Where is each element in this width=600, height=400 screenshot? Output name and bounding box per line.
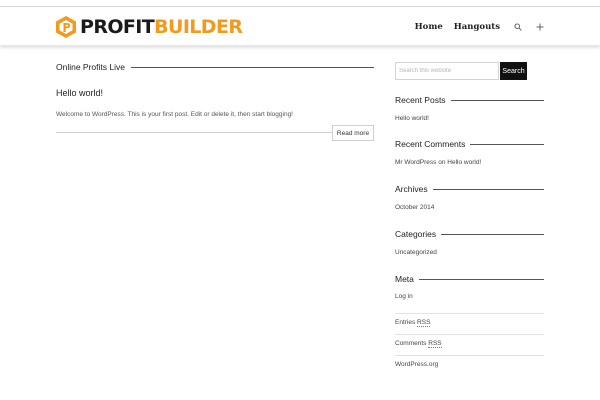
logo-builder: BUILDER bbox=[154, 16, 243, 38]
meta-comments-rss-link[interactable]: Comments RSS bbox=[395, 335, 544, 356]
category-link[interactable]: Uncategorized bbox=[395, 249, 544, 256]
widget-title-divider bbox=[432, 188, 544, 190]
search-icon[interactable] bbox=[514, 22, 522, 31]
site-header: PROFITBUILDER Home Hangouts bbox=[0, 7, 600, 46]
plus-icon[interactable] bbox=[536, 23, 544, 31]
section-title: Online Profits Live bbox=[56, 58, 374, 76]
comment-on-text: on bbox=[438, 159, 446, 166]
widget-title: Archives bbox=[395, 182, 544, 196]
main-nav: Home Hangouts bbox=[404, 7, 544, 46]
post-excerpt: Welcome to WordPress. This is your first… bbox=[56, 111, 293, 118]
widget-recent-comments: Recent Comments Mr WordPress on Hello wo… bbox=[395, 137, 544, 166]
widget-archives: Archives October 2014 bbox=[395, 182, 544, 211]
meta-entries-rss-link[interactable]: Entries RSS bbox=[395, 314, 544, 335]
widget-title-text: Recent Comments bbox=[395, 139, 466, 149]
post-divider bbox=[56, 132, 374, 133]
widget-categories: Categories Uncategorized bbox=[395, 227, 544, 256]
logo-hexagon-icon bbox=[56, 16, 76, 38]
widget-title-divider bbox=[450, 99, 544, 101]
widget-title-divider bbox=[441, 233, 544, 235]
recent-comment: Mr WordPress on Hello world! bbox=[395, 159, 544, 166]
section-title-divider bbox=[130, 66, 374, 68]
nav-hangouts[interactable]: Hangouts bbox=[454, 22, 500, 32]
widget-title-text: Archives bbox=[395, 184, 428, 194]
widget-title-divider bbox=[418, 278, 544, 280]
widget-title-divider bbox=[470, 143, 544, 145]
widget-meta: Meta Log in Entries RSS Comments RSS Wor… bbox=[395, 272, 544, 377]
search-form: Search bbox=[395, 62, 544, 80]
widget-title: Meta bbox=[395, 272, 544, 286]
widget-title-text: Meta bbox=[395, 274, 414, 284]
comment-author-link[interactable]: Mr WordPress bbox=[395, 159, 436, 166]
post-footer: Read more bbox=[56, 125, 374, 143]
logo-profit: PROFIT bbox=[80, 16, 155, 38]
widget-title: Recent Comments bbox=[395, 137, 544, 151]
site-logo[interactable]: PROFITBUILDER bbox=[56, 15, 243, 39]
meta-wordpress-link[interactable]: WordPress.org bbox=[395, 356, 544, 377]
widget-title-text: Categories bbox=[395, 229, 437, 239]
search-input[interactable] bbox=[395, 62, 499, 80]
logo-text: PROFITBUILDER bbox=[80, 16, 243, 38]
meta-entries-text: Entries bbox=[395, 319, 416, 326]
meta-comments-text: Comments bbox=[395, 340, 427, 347]
widget-recent-posts: Recent Posts Hello world! bbox=[395, 93, 544, 122]
search-button[interactable]: Search bbox=[500, 62, 527, 80]
widget-title: Recent Posts bbox=[395, 93, 544, 107]
sidebar: Search Recent Posts Hello world! Recent … bbox=[395, 62, 544, 377]
meta-list: Log in Entries RSS Comments RSS WordPres… bbox=[395, 293, 544, 377]
meta-login-link[interactable]: Log in bbox=[395, 293, 544, 314]
comment-post-link[interactable]: Hello world! bbox=[447, 159, 481, 166]
section-title-text: Online Profits Live bbox=[56, 62, 125, 72]
main-content: Online Profits Live Hello world! Welcome… bbox=[56, 58, 374, 143]
nav-home[interactable]: Home bbox=[415, 22, 443, 32]
recent-post-link[interactable]: Hello world! bbox=[395, 115, 544, 122]
widget-title-text: Recent Posts bbox=[395, 95, 446, 105]
rss-abbr: RSS bbox=[428, 340, 442, 348]
widget-title: Categories bbox=[395, 227, 544, 241]
rss-abbr: RSS bbox=[417, 319, 431, 327]
archive-link[interactable]: October 2014 bbox=[395, 204, 544, 211]
read-more-button[interactable]: Read more bbox=[332, 125, 374, 141]
post-title[interactable]: Hello world! bbox=[56, 88, 374, 102]
